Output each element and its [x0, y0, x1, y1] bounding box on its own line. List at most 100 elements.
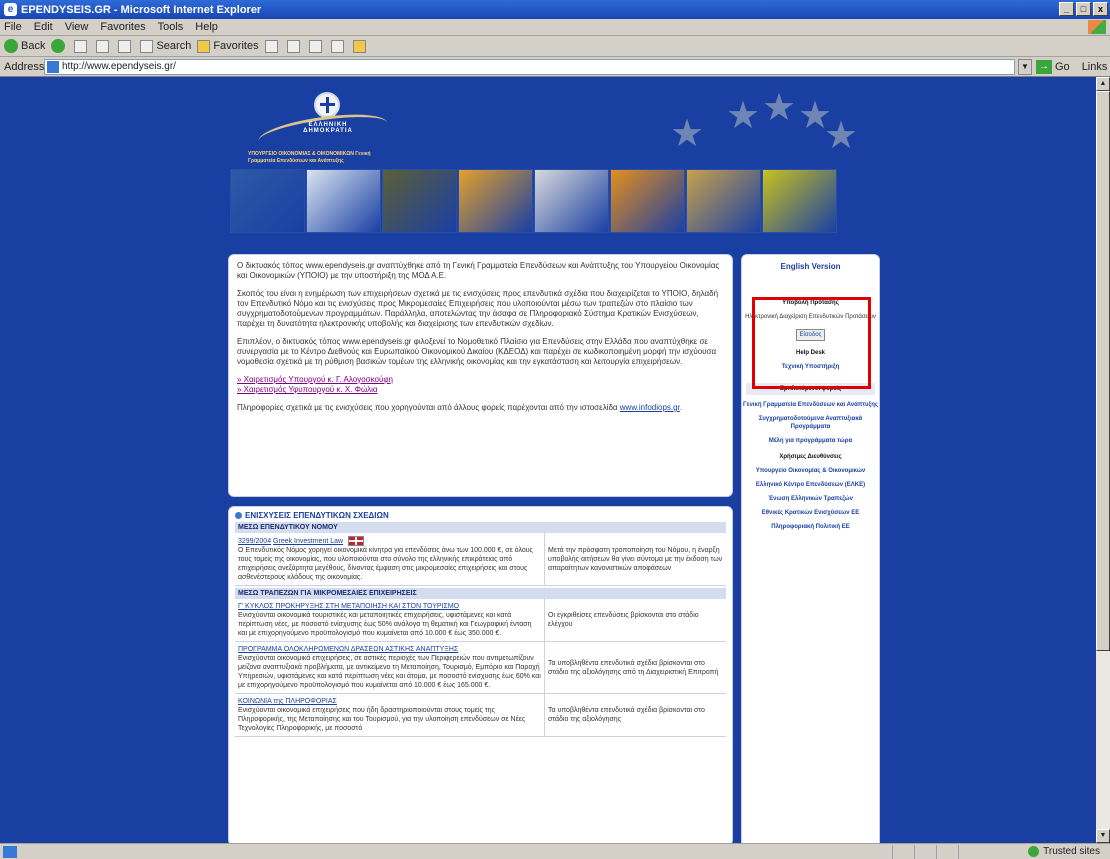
menu-tools[interactable]: Tools	[158, 21, 184, 33]
scroll-up-icon[interactable]: ▲	[1096, 77, 1110, 91]
intro-paragraph: Ο δικτυακός τόπος www.ependyseis.gr αναπ…	[237, 261, 720, 280]
go-label: Go	[1055, 60, 1070, 73]
table-row: ΠΡΟΓΡΑΜΜΑ ΟΛΟΚΛΗΡΩΜΕΝΩΝ ΔΡΑΣΕΩΝ ΑΣΤΙΚΗΣ …	[235, 642, 726, 694]
status-bar: Trusted sites	[0, 843, 1110, 859]
ministry-label: ΥΠΟΥΡΓΕΙΟ ΟΙΚΟΝΟΜΙΑΣ & ΟΙΚΟΝΟΜΙΚΩΝ Γενικ…	[248, 151, 371, 164]
section-header: ΜΕΣΩ ΤΡΑΠΕΖΩΝ ΓΙΑ ΜΙΚΡΟΜΕΣΑΙΕΣ ΕΠΙΧΕΙΡΗΣ…	[235, 588, 726, 599]
page-icon	[47, 60, 59, 73]
sidebar-link[interactable]: Ένωση Ελληνικών Τραπεζών	[742, 495, 879, 503]
deputy-minister-greeting-link[interactable]: » Χαιρετισμός Υφυπουργού κ. Χ. Φώλια	[237, 385, 378, 394]
program-cell: ΠΡΟΓΡΑΜΜΑ ΟΛΟΚΛΗΡΩΜΕΝΩΝ ΔΡΑΣΕΩΝ ΑΣΤΙΚΗΣ …	[235, 642, 545, 693]
ie-logo-icon: e	[4, 3, 17, 16]
back-arrow-icon	[4, 39, 18, 53]
folder-button[interactable]	[352, 39, 369, 53]
address-dropdown-icon[interactable]: ▼	[1018, 58, 1032, 75]
sidebar-link[interactable]: Ελληνικό Κέντρο Επενδύσεων (ΕΛΚΕ)	[742, 481, 879, 489]
print-icon	[308, 39, 322, 53]
bullet-icon	[235, 512, 242, 519]
go-button[interactable]: → Go	[1036, 59, 1070, 74]
program-link[interactable]: ΚΟΙΝΩΝΙΑ της ΠΛΗΡΟΦΟΡΙΑΣ	[238, 698, 337, 705]
edit-icon	[330, 39, 344, 53]
header-photo-tile	[762, 169, 837, 233]
infodiops-link[interactable]: www.infodiops.gr	[620, 403, 680, 412]
program-description: Ο Επενδυτικός Νόμος χορηγεί οικονομικά κ…	[238, 547, 533, 581]
security-zone: Trusted sites	[1028, 846, 1100, 857]
favorites-label: Favorites	[213, 40, 259, 52]
print-button[interactable]	[308, 39, 325, 53]
folder-icon	[352, 39, 366, 53]
back-button[interactable]: Back	[4, 39, 45, 53]
program-cell: Γ' ΚΥΚΛΟΣ ΠΡΟΚΗΡΥΞΗΣ ΣΤΗ ΜΕΤΑΠΟΙΗΣΗ ΚΑΙ …	[235, 599, 545, 641]
status-cell: Μετά την πρόσφατη τροποποίηση του Νόμου,…	[548, 546, 723, 572]
forward-button[interactable]	[51, 39, 68, 53]
scroll-down-icon[interactable]: ▼	[1096, 829, 1110, 843]
menu-view[interactable]: View	[65, 21, 89, 33]
program-cell: 3299/2004 Greek Investment Law Ο Επενδυτ…	[235, 533, 545, 585]
minister-greeting-link[interactable]: » Χαιρετισμός Υπουργού κ. Γ. Αλογοσκούφη	[237, 375, 393, 384]
useful-links-title: Χρήσιμες Διευθύνσεις	[779, 454, 842, 460]
minimize-button[interactable]: _	[1059, 2, 1074, 16]
intro-paragraph: Επιπλέον, ο δικτυακός τόπος www.ependyse…	[237, 337, 717, 366]
sidebar-link[interactable]: Εθνικές Κρατικών Ενισχύσεων ΕΕ	[742, 509, 879, 517]
header-photo-tile	[534, 169, 609, 233]
search-button[interactable]: Search	[140, 39, 192, 53]
menu-edit[interactable]: Edit	[34, 21, 53, 33]
program-description: Ενισχύονται οικονομικά τουριστικές και μ…	[238, 612, 532, 637]
schedules-heading: ΕΝΙΣΧΥΣΕΙΣ ΕΠΕΝΔΥΤΙΚΩΝ ΣΧΕΔΙΩΝ	[235, 511, 726, 520]
mail-button[interactable]	[286, 39, 303, 53]
greetings-links: » Χαιρετισμός Υπουργού κ. Γ. Αλογοσκούφη…	[237, 375, 724, 395]
edit-button[interactable]	[330, 39, 347, 53]
sidebar-link[interactable]: Συγχρηματοδοτούμενα Αναπτυξιακά Προγράμμ…	[742, 415, 879, 431]
menu-favorites[interactable]: Favorites	[100, 21, 145, 33]
address-input[interactable]: http://www.ependyseis.gr/	[44, 58, 1015, 75]
site-header: ΕΛΛΗΝΙΚΗ ΔΗΜΟΚΡΑΤΙΑ ΥΠΟΥΡΓΕΙΟ ΟΙΚΟΝΟΜΙΑΣ…	[228, 77, 880, 253]
menu-bar: File Edit View Favorites Tools Help	[0, 19, 1110, 36]
favorites-button[interactable]: Favorites	[197, 39, 259, 53]
search-label: Search	[156, 40, 192, 52]
program-link[interactable]: ΠΡΟΓΡΑΜΜΑ ΟΛΟΚΛΗΡΩΜΕΝΩΝ ΔΡΑΣΕΩΝ ΑΣΤΙΚΗΣ …	[238, 646, 458, 653]
program-link[interactable]: Γ' ΚΥΚΛΟΣ ΠΡΟΚΗΡΥΞΗΣ ΣΤΗ ΜΕΤΑΠΟΙΗΣΗ ΚΑΙ …	[238, 603, 459, 610]
header-photo-tile	[382, 169, 457, 233]
investment-law-link[interactable]: Greek Investment Law	[273, 538, 343, 545]
law-number-link[interactable]: 3299/2004	[238, 538, 271, 545]
stop-button[interactable]	[74, 39, 90, 53]
sidebar-link[interactable]: Μέλη για προγράμματα τώρα	[742, 437, 879, 445]
program-description: Ενισχύονται οικονομικά επιχειρήσεις που …	[238, 707, 526, 732]
trusted-check-icon	[1028, 846, 1040, 857]
menu-help[interactable]: Help	[195, 21, 218, 33]
table-row: Γ' ΚΥΚΛΟΣ ΠΡΟΚΗΡΥΞΗΣ ΣΤΗ ΜΕΤΑΠΟΙΗΣΗ ΚΑΙ …	[235, 599, 726, 642]
table-row: ΚΟΙΝΩΝΙΑ της ΠΛΗΡΟΦΟΡΙΑΣ Ενισχύονται οικ…	[235, 694, 726, 737]
status-cell: Τα υποβληθέντα επενδυτικά σχέδια βρίσκον…	[548, 659, 719, 676]
sidebar-link[interactable]: Υπουργείο Οικονομίας & Οικονομικών	[742, 467, 879, 475]
maximize-button[interactable]: □	[1076, 2, 1091, 16]
toolbar: Back Search Favorites	[0, 36, 1110, 57]
web-page: ΕΛΛΗΝΙΚΗ ΔΗΜΟΚΡΑΤΙΑ ΥΠΟΥΡΓΕΙΟ ΟΙΚΟΝΟΜΙΑΣ…	[228, 77, 880, 843]
menu-file[interactable]: File	[4, 21, 22, 33]
english-version-link[interactable]: English Version	[742, 263, 879, 271]
other-info-end: .	[679, 403, 683, 412]
close-button[interactable]: x	[1093, 2, 1108, 16]
links-menu[interactable]: Links	[1082, 61, 1108, 73]
sidebar-link[interactable]: Πληροφοριακή Πολιτική ΕΕ	[742, 523, 879, 531]
back-label: Back	[21, 40, 46, 52]
header-photo-tile	[610, 169, 685, 233]
vertical-scrollbar[interactable]: ▲ ▼	[1096, 77, 1110, 843]
status-cells	[892, 844, 980, 859]
search-icon	[140, 39, 154, 53]
greek-emblem-icon	[314, 92, 340, 118]
republic-label: ΕΛΛΗΝΙΚΗ ΔΗΜΟΚΡΑΤΙΑ	[303, 122, 353, 134]
scroll-thumb[interactable]	[1096, 91, 1110, 651]
program-description: Ενισχύονται οικονομικά επιχειρήσεις, σε …	[238, 655, 541, 689]
home-icon	[118, 39, 132, 53]
intro-box: Ο δικτυακός τόπος www.ependyseis.gr αναπ…	[228, 254, 733, 497]
history-button[interactable]	[264, 39, 281, 53]
status-cell	[914, 844, 936, 859]
uk-flag-icon[interactable]	[348, 536, 365, 546]
home-button[interactable]	[118, 39, 134, 53]
history-icon	[264, 39, 278, 53]
page-done-icon	[3, 845, 17, 858]
refresh-button[interactable]	[96, 39, 112, 53]
section-header: ΜΕΣΩ ΕΠΕΝΔΥΤΙΚΟΥ ΝΟΜΟΥ	[235, 522, 726, 533]
go-arrow-icon: →	[1036, 59, 1052, 74]
sidebar-link[interactable]: Γενική Γραμματεία Επενδύσεων και Ανάπτυξ…	[742, 401, 879, 409]
